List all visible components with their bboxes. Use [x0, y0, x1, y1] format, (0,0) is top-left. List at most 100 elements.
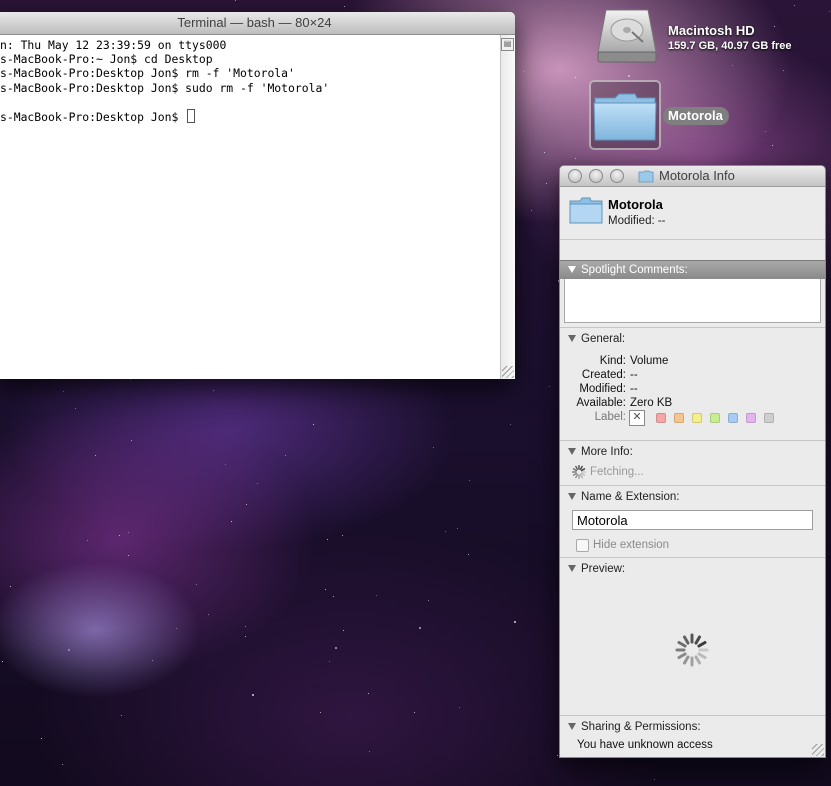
more-info-status: Fetching...	[560, 463, 825, 481]
star	[783, 70, 784, 71]
available-row: Available: Zero KB	[560, 396, 825, 410]
created-label: Created:	[581, 369, 626, 381]
star	[225, 464, 226, 465]
disclosure-triangle-icon[interactable]	[568, 266, 576, 273]
disclosure-triangle-icon[interactable]	[568, 335, 576, 342]
hide-extension-checkbox[interactable]	[576, 539, 589, 552]
spotlight-comments-label: Spotlight Comments:	[581, 264, 688, 276]
star	[575, 77, 576, 78]
disclosure-triangle-icon[interactable]	[568, 565, 576, 572]
star	[257, 483, 258, 484]
resize-grip-icon[interactable]	[502, 366, 514, 378]
label-swatch-gray[interactable]	[764, 413, 774, 423]
hard-drive-icon[interactable]	[596, 6, 658, 66]
disclosure-triangle-icon[interactable]	[568, 493, 576, 500]
more-info-header[interactable]: More Info:	[560, 443, 825, 461]
star	[419, 627, 421, 629]
minimize-button[interactable]	[589, 169, 603, 183]
sharing-permissions-header[interactable]: Sharing & Permissions:	[560, 718, 825, 736]
star	[329, 661, 330, 662]
name-extension-header[interactable]: Name & Extension:	[560, 488, 825, 506]
star	[468, 554, 469, 555]
desktop-folder-label[interactable]: Motorola	[663, 107, 729, 125]
star	[128, 532, 129, 533]
star	[342, 535, 343, 536]
zoom-button[interactable]	[610, 169, 624, 183]
hard-drive-label[interactable]: Macintosh HD 159.7 GB, 40.97 GB free	[668, 23, 792, 52]
label-swatch-purple[interactable]	[746, 413, 756, 423]
terminal-split-icon[interactable]: ▤	[501, 38, 514, 51]
spinner-icon	[572, 465, 586, 479]
available-value: Zero KB	[630, 397, 673, 409]
label-swatch-red[interactable]	[656, 413, 666, 423]
star	[235, 0, 236, 1]
star	[231, 521, 232, 522]
created-value: --	[630, 369, 638, 381]
star	[245, 626, 246, 627]
star	[196, 584, 197, 585]
terminal-line: s-MacBook-Pro:~ Jon$ cd Desktop	[0, 52, 213, 67]
terminal-output[interactable]: n: Thu May 12 23:39:59 on ttys000 s-MacB…	[0, 35, 501, 379]
no-label-button[interactable]: ✕	[629, 410, 645, 426]
star	[794, 5, 795, 6]
star	[829, 11, 830, 12]
info-titlebar[interactable]: Motorola Info	[560, 166, 825, 187]
label-row: Label: ✕	[560, 410, 825, 428]
star	[152, 660, 153, 661]
more-info-label: More Info:	[581, 446, 633, 458]
preview-header[interactable]: Preview:	[560, 560, 825, 578]
resize-grip-icon[interactable]	[812, 744, 824, 756]
star	[428, 600, 429, 601]
star	[772, 145, 773, 146]
star	[368, 693, 369, 694]
name-field[interactable]: Motorola	[572, 510, 813, 530]
folder-icon	[569, 197, 603, 224]
folder-icon	[638, 170, 654, 182]
star	[176, 628, 177, 629]
star	[252, 694, 254, 696]
spotlight-comments-header[interactable]: Spotlight Comments:	[560, 260, 825, 279]
desktop-folder-motorola[interactable]	[589, 80, 661, 150]
label-swatch-blue[interactable]	[728, 413, 738, 423]
star	[130, 379, 131, 380]
hide-extension-row[interactable]: Hide extension	[560, 535, 825, 555]
star	[531, 210, 532, 211]
star	[333, 596, 334, 597]
loading-spinner-icon	[675, 633, 709, 667]
disclosure-triangle-icon[interactable]	[568, 448, 576, 455]
hard-drive-name: Macintosh HD	[668, 23, 755, 38]
star	[344, 6, 345, 7]
star	[95, 455, 96, 456]
star	[313, 424, 314, 425]
star	[575, 158, 576, 159]
star	[510, 424, 511, 425]
disclosure-triangle-icon[interactable]	[568, 723, 576, 730]
terminal-window[interactable]: Terminal — bash — 80×24 n: Thu May 12 23…	[0, 12, 515, 379]
star	[546, 183, 547, 184]
modified-label: Modified:	[579, 383, 626, 395]
star	[320, 712, 321, 713]
terminal-scrollbar[interactable]	[500, 35, 515, 379]
label-swatch-green[interactable]	[710, 413, 720, 423]
label-swatch-orange[interactable]	[674, 413, 684, 423]
close-button[interactable]	[568, 169, 582, 183]
terminal-prompt-line: s-MacBook-Pro:Desktop Jon$	[0, 108, 501, 124]
star	[246, 504, 247, 505]
item-name: Motorola	[608, 197, 663, 212]
terminal-title[interactable]: Terminal — bash — 80×24	[0, 12, 515, 35]
general-header[interactable]: General:	[560, 330, 825, 348]
spotlight-comments-field[interactable]	[564, 279, 821, 323]
hard-drive-capacity: 159.7 GB, 40.97 GB free	[668, 40, 792, 52]
terminal-cursor	[187, 108, 196, 123]
star	[514, 621, 516, 623]
star	[10, 586, 11, 587]
info-window[interactable]: Motorola Info Motorola Modified: -- Spot…	[559, 165, 826, 758]
star	[208, 614, 209, 615]
star	[369, 751, 370, 752]
star	[62, 764, 63, 765]
star	[121, 715, 122, 716]
label-swatch-yellow[interactable]	[692, 413, 702, 423]
star	[469, 480, 470, 481]
star	[557, 755, 558, 756]
modified-value: --	[630, 383, 638, 395]
